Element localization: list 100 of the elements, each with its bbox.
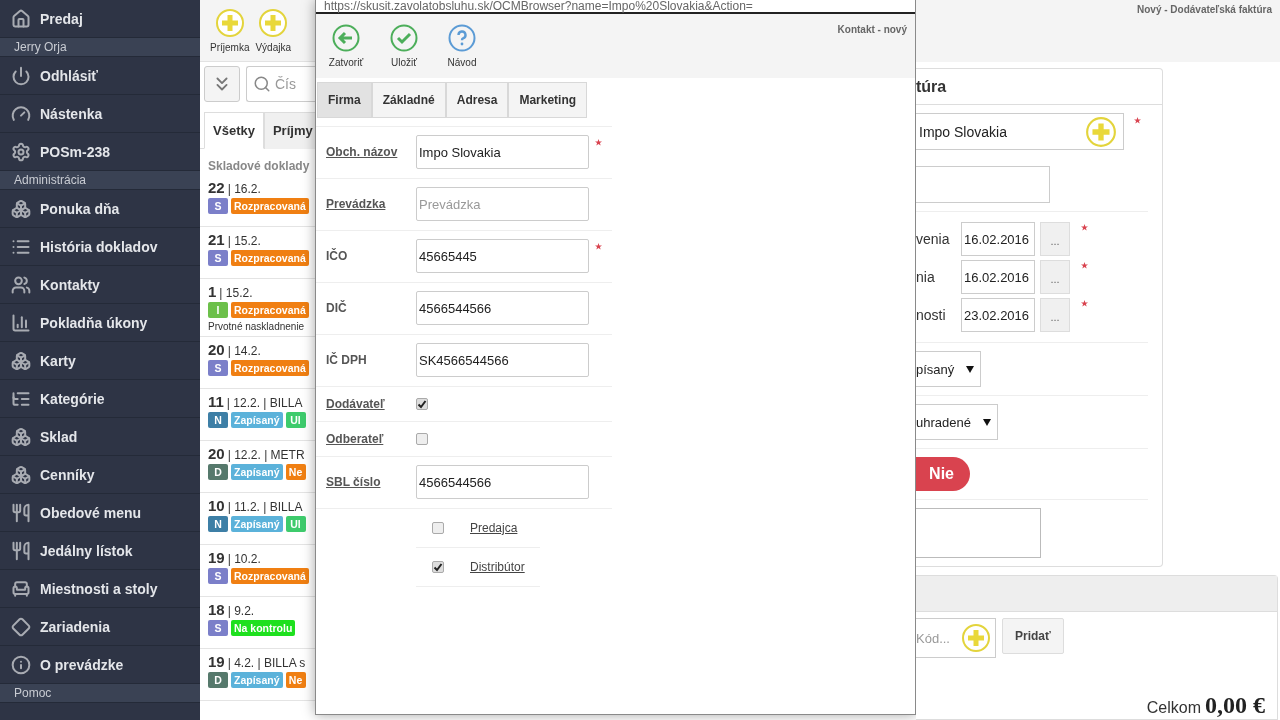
option-link[interactable]: Predajca bbox=[470, 521, 518, 535]
sidebar-item[interactable]: Jedálny lístok bbox=[0, 532, 200, 570]
total-label: Celkom bbox=[1146, 699, 1201, 717]
checkbox[interactable] bbox=[432, 522, 444, 534]
document-details: | 9.2. bbox=[227, 604, 255, 618]
sidebar-item[interactable]: Sklad bbox=[0, 418, 200, 456]
sidebar-item[interactable]: Miestnosti a stoly bbox=[0, 570, 200, 608]
document-row[interactable]: 20 | 14.2. S Rozpracovaná bbox=[200, 337, 315, 389]
date-picker-button[interactable]: ... bbox=[1040, 260, 1070, 294]
document-note: Prvotné naskladnenie bbox=[208, 321, 306, 332]
plus-icon[interactable] bbox=[258, 8, 289, 38]
document-number: 18 bbox=[208, 601, 225, 618]
status-tag: S bbox=[208, 620, 228, 636]
document-details: | 15.2. bbox=[219, 286, 253, 300]
document-details: | 12.2. | BILLA bbox=[226, 396, 303, 410]
status-tag: S bbox=[208, 198, 228, 214]
input-field[interactable]: SK4566544566 bbox=[416, 343, 589, 377]
bar-chart-icon bbox=[10, 312, 32, 333]
field-label: venia bbox=[916, 231, 951, 247]
field-label-link[interactable]: Odberateľ bbox=[326, 432, 416, 446]
supplier-field[interactable]: Impo Slovakia bbox=[916, 113, 1124, 150]
document-number: 19 bbox=[208, 549, 225, 566]
select-field[interactable]: písaný bbox=[916, 351, 982, 387]
document-row[interactable]: 18 | 9.2. S Na kontrolu bbox=[200, 597, 315, 649]
date-field[interactable]: 23.02.2016 bbox=[961, 298, 1035, 332]
sidebar-section-header: Pomoc bbox=[0, 684, 200, 703]
status-tag: Rozpracovaná bbox=[231, 302, 309, 318]
tab[interactable]: Adresa bbox=[445, 82, 509, 118]
field-label-link[interactable]: Dodávateľ bbox=[326, 397, 416, 411]
sidebar-item[interactable]: Ponuka dňa bbox=[0, 190, 200, 228]
input-field[interactable]: 4566544566 bbox=[416, 465, 589, 499]
field-label: nia bbox=[916, 269, 936, 285]
document-number: 21 bbox=[208, 231, 225, 248]
input-field[interactable]: 4566544566 bbox=[416, 291, 589, 325]
document-row[interactable]: 19 | 10.2. S Rozpracovaná bbox=[200, 545, 315, 597]
toolbar-button[interactable]: Návod bbox=[444, 24, 480, 78]
document-row[interactable]: 22 | 16.2. S Rozpracovaná bbox=[200, 175, 315, 227]
option-link[interactable]: Distribútor bbox=[470, 560, 525, 574]
document-row[interactable]: 10 | 11.2. | BILLA N Zapísaný Ul bbox=[200, 493, 315, 545]
caret-icon bbox=[982, 418, 991, 426]
document-row[interactable]: 11 | 12.2. | BILLA N Zapísaný Ul bbox=[200, 389, 315, 441]
tab[interactable]: Základné bbox=[371, 82, 446, 118]
toggle-switch[interactable]: Nie bbox=[916, 457, 970, 491]
select-field[interactable]: uhradené bbox=[916, 404, 998, 440]
toolbar-button[interactable]: Uložiť bbox=[386, 24, 422, 78]
status-tag: Ul bbox=[285, 412, 306, 428]
field-label-link[interactable]: SBL číslo bbox=[326, 465, 416, 489]
search-icon bbox=[253, 75, 271, 93]
status-tag: Zapísaný bbox=[231, 672, 283, 688]
field-label: nosti bbox=[916, 307, 947, 323]
status-tag: Rozpracovaná bbox=[231, 360, 309, 376]
document-details: | 14.2. bbox=[227, 344, 261, 358]
sidebar-item[interactable]: Obedové menu bbox=[0, 494, 200, 532]
plus-icon[interactable] bbox=[1085, 115, 1117, 148]
document-details: | 11.2. | BILLA bbox=[227, 500, 303, 514]
document-details: | 4.2. | BILLA s bbox=[227, 656, 306, 670]
document-details: | 16.2. bbox=[227, 182, 261, 196]
add-button[interactable]: Pridať bbox=[1002, 618, 1064, 654]
house-icon bbox=[10, 8, 32, 29]
date-picker-button[interactable]: ... bbox=[1040, 298, 1070, 332]
text-area[interactable] bbox=[916, 508, 1041, 558]
toolbar-button[interactable]: Výdajka bbox=[255, 8, 292, 61]
boxes-icon bbox=[10, 426, 32, 447]
total-value: 0,00 € bbox=[1205, 692, 1265, 719]
plus-icon[interactable] bbox=[214, 8, 245, 38]
checkbox[interactable] bbox=[432, 561, 444, 573]
expand-button[interactable] bbox=[204, 66, 240, 102]
input-field[interactable]: Impo Slovakia bbox=[416, 135, 589, 169]
field-label: DIČ bbox=[326, 299, 348, 315]
tab[interactable]: Marketing bbox=[508, 82, 588, 118]
field-label-link[interactable]: Obch. názov bbox=[326, 135, 416, 159]
document-row[interactable]: 20 | 12.2. | METR D Zapísaný Ne bbox=[200, 441, 315, 493]
sidebar-item[interactable]: Karty bbox=[0, 342, 200, 380]
info-icon bbox=[10, 654, 32, 675]
address-bar[interactable]: https://skusit.zavolatobsluhu.sk/OCMBrowser?name=Impo%20Slovakia&Action= bbox=[316, 0, 915, 14]
utensils-icon bbox=[10, 540, 32, 561]
status-tag: Rozpracovaná bbox=[231, 250, 309, 266]
document-row[interactable]: 19 | 4.2. | BILLA s D Zapísaný Ne bbox=[200, 649, 315, 701]
date-field[interactable]: 16.02.2016 bbox=[961, 222, 1035, 256]
field-label-link[interactable]: Prevádzka bbox=[326, 187, 416, 211]
gauge-icon bbox=[10, 103, 32, 124]
sidebar-item[interactable]: Cenníky bbox=[0, 456, 200, 494]
document-details: | 15.2. bbox=[227, 234, 261, 248]
input-field[interactable] bbox=[916, 166, 1050, 203]
tab[interactable]: Všetky bbox=[204, 112, 264, 149]
checkbox[interactable] bbox=[416, 398, 428, 410]
toolbar-button[interactable]: Zatvoriť bbox=[328, 24, 364, 78]
date-field[interactable]: 16.02.2016 bbox=[961, 260, 1035, 294]
checkbox[interactable] bbox=[416, 433, 428, 445]
check-icon bbox=[390, 24, 418, 52]
plus-icon[interactable] bbox=[961, 623, 991, 653]
document-number: 20 bbox=[208, 341, 225, 358]
document-row[interactable]: 21 | 15.2. S Rozpracovaná bbox=[200, 227, 315, 279]
document-number: 11 bbox=[208, 393, 224, 410]
date-picker-button[interactable]: ... bbox=[1040, 222, 1070, 256]
tab[interactable]: Firma bbox=[317, 82, 372, 118]
document-row[interactable]: 1 | 15.2. I Rozpracovaná Prvotné naskladnenie bbox=[200, 279, 315, 337]
input-field[interactable]: 45665445 bbox=[416, 239, 589, 273]
toolbar-button[interactable]: Príjemka bbox=[210, 8, 250, 61]
list-heading: Skladové doklady bbox=[207, 158, 311, 175]
